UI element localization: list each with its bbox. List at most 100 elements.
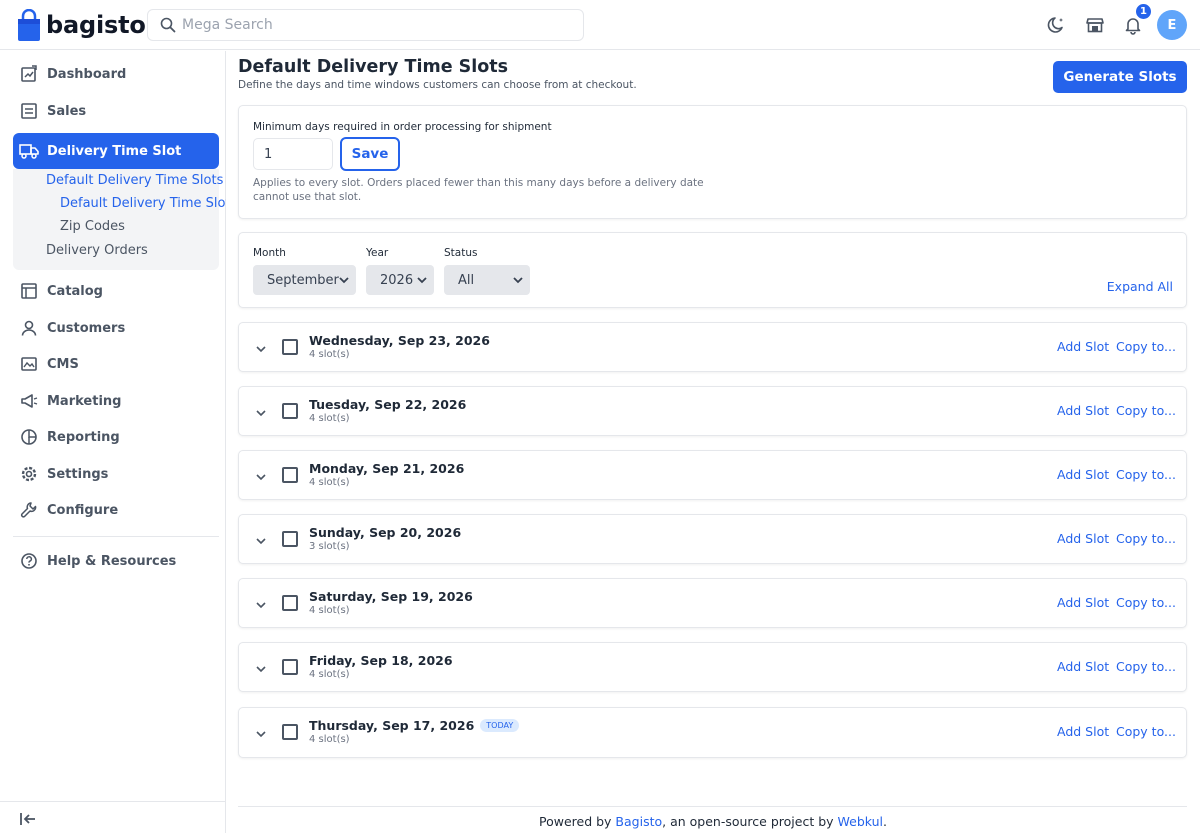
save-button[interactable]: Save — [340, 137, 400, 171]
sidebar-item-dashboard[interactable]: Dashboard — [13, 57, 219, 91]
footer: Powered by Bagisto, an open-source proje… — [226, 814, 1200, 829]
copy-to-link[interactable]: Copy to... — [1116, 659, 1176, 674]
day-title: Thursday, Sep 17, 2026 TODAY — [309, 718, 520, 733]
chevron-down-icon[interactable] — [255, 728, 267, 740]
day-checkbox[interactable] — [282, 467, 298, 483]
copy-to-link[interactable]: Copy to... — [1116, 467, 1176, 482]
sidebar-item-delivery-time-slot[interactable]: Delivery Time Slot — [13, 133, 219, 169]
delivery-truck-icon — [19, 141, 39, 161]
reporting-icon — [19, 427, 39, 447]
submenu-default-delivery-time-slots[interactable]: Default Delivery Time Slots — [46, 173, 223, 188]
today-badge: TODAY — [480, 719, 520, 732]
sidebar-item-label: Configure — [47, 502, 119, 518]
add-slot-link[interactable]: Add Slot — [1057, 531, 1109, 546]
catalog-icon — [19, 281, 39, 301]
webkul-link[interactable]: Webkul — [838, 814, 884, 829]
day-slot-count: 3 slot(s) — [309, 541, 350, 552]
copy-to-link[interactable]: Copy to... — [1116, 403, 1176, 418]
add-slot-link[interactable]: Add Slot — [1057, 659, 1109, 674]
delivery-submenu: Default Delivery Time Slots Default Deli… — [13, 169, 237, 270]
day-title: Saturday, Sep 19, 2026 — [309, 589, 473, 604]
chevron-down-icon[interactable] — [255, 663, 267, 675]
sidebar-item-label: Settings — [47, 466, 109, 482]
storefront-button[interactable] — [1084, 14, 1106, 36]
day-checkbox[interactable] — [282, 595, 298, 611]
day-slot-count: 4 slot(s) — [309, 669, 350, 680]
add-slot-link[interactable]: Add Slot — [1057, 403, 1109, 418]
min-days-input[interactable] — [253, 138, 333, 170]
sidebar-item-label: Dashboard — [47, 66, 127, 82]
cms-icon — [19, 354, 39, 374]
add-slot-link[interactable]: Add Slot — [1057, 595, 1109, 610]
user-avatar[interactable]: E — [1157, 10, 1187, 40]
day-checkbox[interactable] — [282, 724, 298, 740]
sidebar-item-configure[interactable]: Configure — [13, 493, 219, 527]
status-label: Status — [444, 247, 478, 259]
day-row: Friday, Sep 18, 2026 4 slot(s) Add Slot … — [238, 642, 1187, 692]
month-select[interactable]: September — [253, 265, 356, 295]
logo[interactable]: bagisto — [17, 9, 146, 41]
chevron-down-icon[interactable] — [255, 343, 267, 355]
sidebar-item-settings[interactable]: Settings — [13, 457, 219, 491]
sidebar-item-marketing[interactable]: Marketing — [13, 384, 219, 418]
mega-search[interactable] — [147, 9, 584, 41]
collapse-left-icon — [20, 813, 35, 825]
submenu-default-delivery-time-slots-child[interactable]: Default Delivery Time Slots — [60, 196, 237, 211]
day-title: Monday, Sep 21, 2026 — [309, 461, 465, 476]
add-slot-link[interactable]: Add Slot — [1057, 339, 1109, 354]
sidebar-item-label: Delivery Time Slot — [47, 143, 182, 159]
sales-icon — [19, 101, 39, 121]
dark-mode-toggle[interactable] — [1046, 14, 1068, 36]
submenu-zip-codes[interactable]: Zip Codes — [60, 219, 125, 234]
add-slot-link[interactable]: Add Slot — [1057, 724, 1109, 739]
sidebar-item-catalog[interactable]: Catalog — [13, 274, 219, 308]
chevron-down-icon — [417, 277, 427, 284]
chevron-down-icon[interactable] — [255, 599, 267, 611]
year-select[interactable]: 2026 — [366, 265, 434, 295]
month-value: September — [267, 272, 339, 288]
submenu-delivery-orders[interactable]: Delivery Orders — [46, 243, 148, 258]
search-input[interactable] — [182, 17, 562, 33]
add-slot-link[interactable]: Add Slot — [1057, 467, 1109, 482]
store-icon — [1086, 18, 1104, 33]
day-slot-count: 4 slot(s) — [309, 605, 350, 616]
sidebar-item-reporting[interactable]: Reporting — [13, 420, 219, 454]
bagisto-link[interactable]: Bagisto — [615, 814, 662, 829]
chevron-down-icon[interactable] — [255, 535, 267, 547]
copy-to-link[interactable]: Copy to... — [1116, 531, 1176, 546]
year-label: Year — [366, 247, 389, 259]
copy-to-link[interactable]: Copy to... — [1116, 595, 1176, 610]
sidebar-item-label: Customers — [47, 320, 126, 336]
status-select[interactable]: All — [444, 265, 530, 295]
day-checkbox[interactable] — [282, 531, 298, 547]
day-slot-count: 4 slot(s) — [309, 349, 350, 360]
day-checkbox[interactable] — [282, 659, 298, 675]
sidebar-item-label: Catalog — [47, 283, 103, 299]
main-content: Default Delivery Time Slots Define the d… — [226, 51, 1200, 833]
chevron-down-icon[interactable] — [255, 407, 267, 419]
day-row: Monday, Sep 21, 2026 4 slot(s) Add Slot … — [238, 450, 1187, 500]
day-slot-count: 4 slot(s) — [309, 477, 350, 488]
day-checkbox[interactable] — [282, 339, 298, 355]
wrench-icon — [19, 500, 39, 520]
sidebar-item-cms[interactable]: CMS — [13, 347, 219, 381]
min-days-label: Minimum days required in order processin… — [253, 121, 552, 133]
generate-slots-button[interactable]: Generate Slots — [1053, 61, 1187, 93]
copy-to-link[interactable]: Copy to... — [1116, 724, 1176, 739]
chevron-down-icon[interactable] — [255, 471, 267, 483]
page-title: Default Delivery Time Slots — [238, 57, 509, 77]
sidebar-item-customers[interactable]: Customers — [13, 311, 219, 345]
expand-all-link[interactable]: Expand All — [1107, 279, 1173, 294]
sidebar-item-sales[interactable]: Sales — [13, 94, 219, 128]
sidebar-divider — [13, 536, 219, 537]
min-days-help: Applies to every slot. Orders placed few… — [253, 177, 704, 203]
copy-to-link[interactable]: Copy to... — [1116, 339, 1176, 354]
day-title: Tuesday, Sep 22, 2026 — [309, 397, 467, 412]
sidebar-item-help-resources[interactable]: Help & Resources — [13, 544, 219, 578]
sidebar-item-label: Help & Resources — [47, 553, 177, 569]
dashboard-icon — [19, 64, 39, 84]
collapse-sidebar-button[interactable] — [19, 810, 37, 832]
help-icon — [19, 551, 39, 571]
day-checkbox[interactable] — [282, 403, 298, 419]
shopping-bag-icon — [18, 9, 40, 41]
